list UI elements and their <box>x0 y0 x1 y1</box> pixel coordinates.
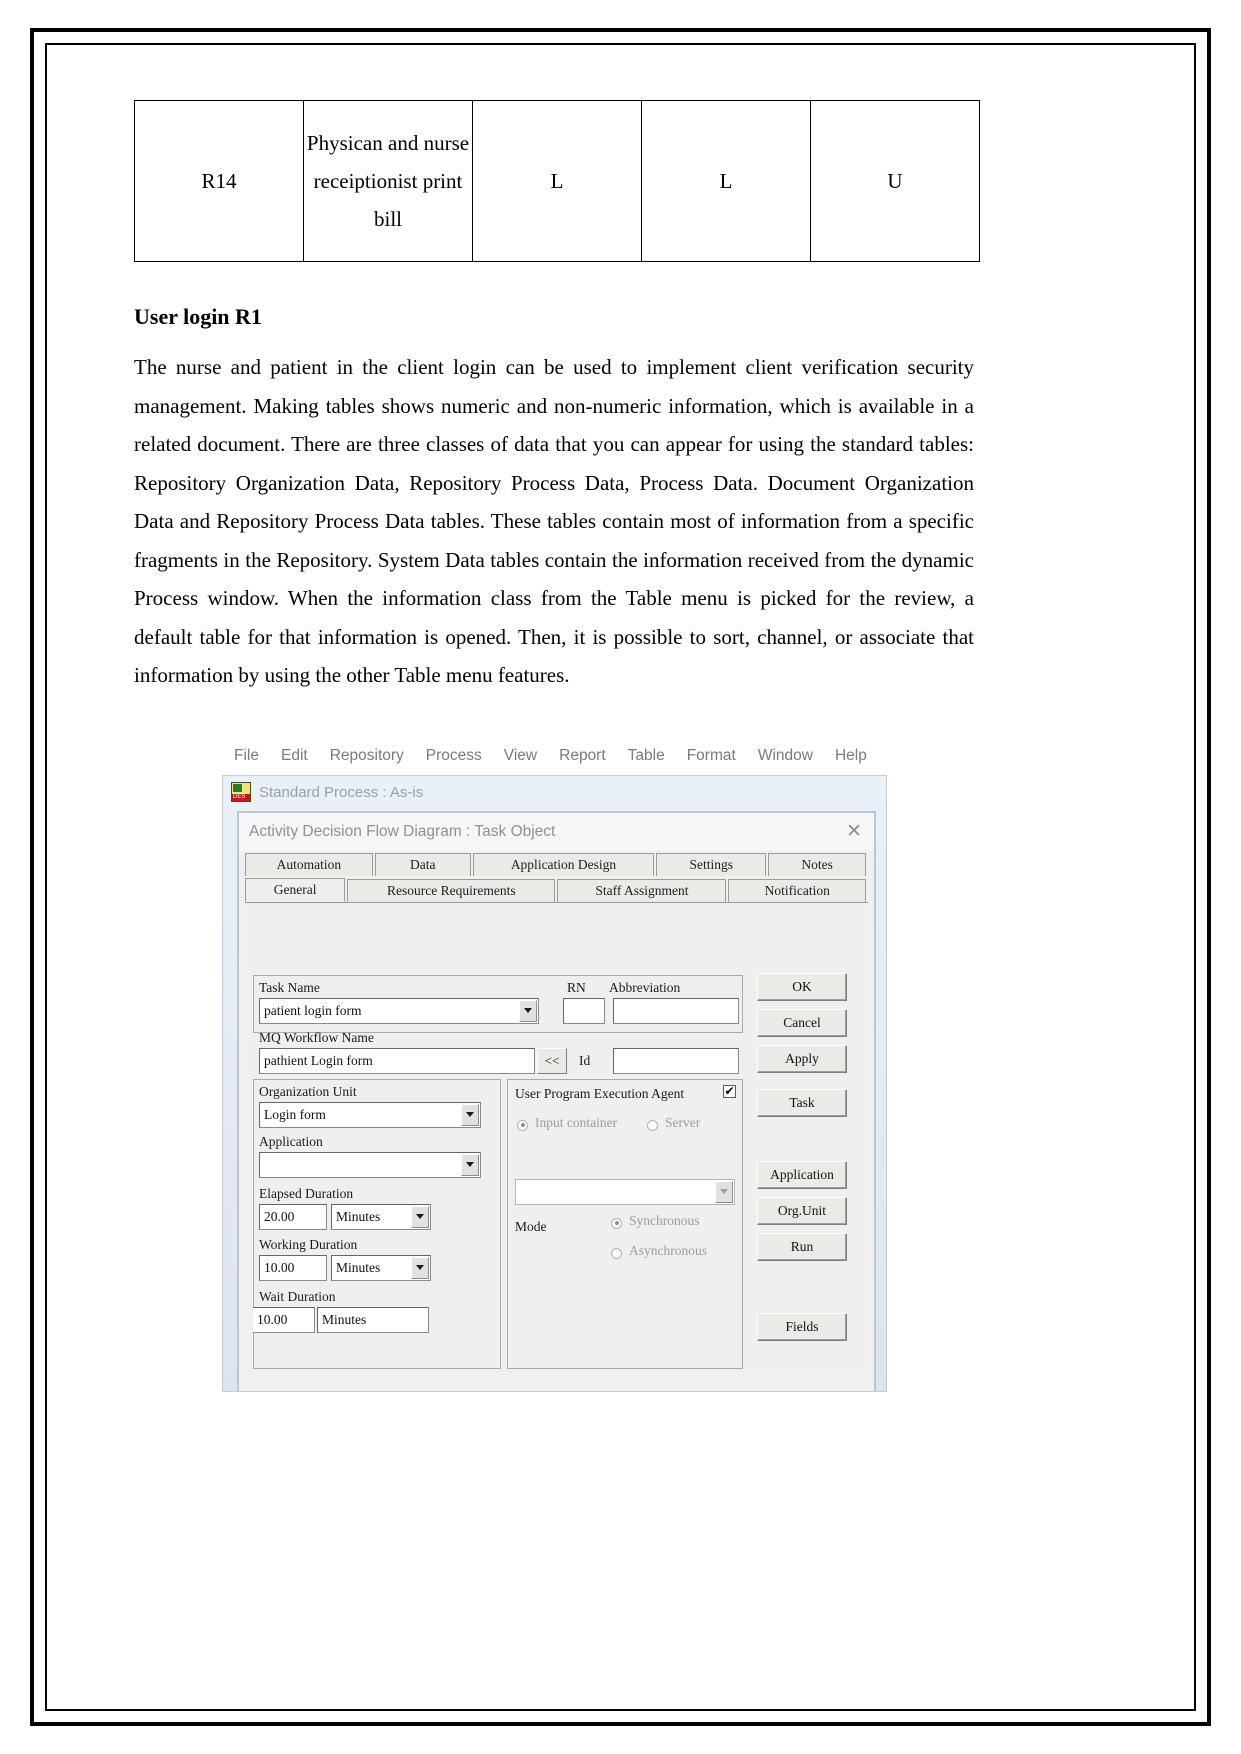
organization-unit-value: Login form <box>264 1106 326 1122</box>
table-cell-description: Physican and nurse receiptionist print b… <box>303 100 473 262</box>
process-document-icon: DES <box>231 782 251 802</box>
ok-button[interactable]: OK <box>757 972 847 1001</box>
dialog-titlebar: Activity Decision Flow Diagram : Task Ob… <box>239 812 874 851</box>
menu-repository[interactable]: Repository <box>330 747 404 765</box>
elapsed-duration-unit-combo[interactable]: Minutes <box>331 1203 431 1230</box>
chevron-down-icon[interactable] <box>461 1103 479 1126</box>
app-menubar: File Edit Repository Process View Report… <box>222 740 887 771</box>
requirements-table: R14 Physican and nurse receiptionist pri… <box>134 100 980 262</box>
task-name-label: Task Name <box>259 979 320 995</box>
input-container-label: Input container <box>535 1114 618 1130</box>
chevron-down-icon[interactable] <box>411 1205 429 1228</box>
server-label: Server <box>665 1114 701 1130</box>
menu-help[interactable]: Help <box>835 747 867 765</box>
wait-duration-input[interactable]: 10.00 <box>253 1306 315 1333</box>
dialog-title-label: Activity Decision Flow Diagram : Task Ob… <box>249 822 556 840</box>
application-button[interactable]: Application <box>757 1160 847 1189</box>
id-label: Id <box>579 1052 591 1068</box>
table-cell-c3: U <box>810 100 980 262</box>
id-input[interactable] <box>613 1047 739 1074</box>
application-screenshot: File Edit Repository Process View Report… <box>222 740 887 1392</box>
menu-edit[interactable]: Edit <box>281 747 308 765</box>
dialog-tabs-row-1: Automation Data Application Design Setti… <box>239 852 874 876</box>
run-button[interactable]: Run <box>757 1232 847 1261</box>
rn-label: RN <box>567 979 586 995</box>
apply-button[interactable]: Apply <box>757 1044 847 1073</box>
elapsed-duration-label: Elapsed Duration <box>259 1185 354 1201</box>
menu-process[interactable]: Process <box>426 747 482 765</box>
mdi-titlebar: DES Standard Process : As-is <box>223 776 886 809</box>
synchronous-label: Synchronous <box>629 1212 700 1228</box>
page-content: R14 Physican and nurse receiptionist pri… <box>134 100 980 1392</box>
input-container-radio[interactable] <box>517 1119 528 1131</box>
application-label: Application <box>259 1133 323 1149</box>
synchronous-radio[interactable] <box>611 1217 622 1229</box>
task-name-value: patient login form <box>264 1002 362 1018</box>
chevron-down-icon[interactable] <box>461 1153 479 1176</box>
organization-unit-label: Organization Unit <box>259 1083 357 1099</box>
tab-resource-requirements[interactable]: Resource Requirements <box>347 878 556 902</box>
working-duration-unit-value: Minutes <box>336 1259 381 1275</box>
fields-button[interactable]: Fields <box>757 1312 847 1341</box>
tab-notes[interactable]: Notes <box>768 852 867 876</box>
body-paragraph: The nurse and patient in the client logi… <box>134 355 974 687</box>
tab-settings[interactable]: Settings <box>656 852 767 876</box>
tab-notification[interactable]: Notification <box>728 878 866 902</box>
wait-duration-label: Wait Duration <box>259 1288 336 1304</box>
general-tab-panel: Task Name RN Abbreviation patient login … <box>245 901 868 1372</box>
table-cell-id: R14 <box>134 100 304 262</box>
application-combo[interactable] <box>259 1151 481 1178</box>
wait-duration-unit-input[interactable]: Minutes <box>317 1306 429 1333</box>
mdi-title-label: Standard Process : As-is <box>259 783 424 801</box>
organization-unit-combo[interactable]: Login form <box>259 1101 481 1128</box>
mq-previous-button[interactable]: << <box>537 1047 567 1074</box>
tab-automation[interactable]: Automation <box>245 852 373 876</box>
menu-format[interactable]: Format <box>687 747 736 765</box>
mq-workflow-input[interactable]: pathient Login form <box>259 1047 535 1074</box>
menu-file[interactable]: File <box>234 747 259 765</box>
tab-data[interactable]: Data <box>374 852 471 876</box>
agent-program-combo[interactable] <box>515 1178 735 1205</box>
tab-staff-assignment[interactable]: Staff Assignment <box>557 878 727 902</box>
table-row: R14 Physican and nurse receiptionist pri… <box>134 100 980 262</box>
working-duration-label: Working Duration <box>259 1236 358 1252</box>
chevron-down-icon[interactable] <box>715 1180 733 1203</box>
asynchronous-radio[interactable] <box>611 1247 622 1259</box>
chevron-down-icon[interactable] <box>411 1256 429 1279</box>
tab-application-design[interactable]: Application Design <box>472 852 655 876</box>
abbreviation-label: Abbreviation <box>609 979 681 995</box>
close-icon[interactable]: ✕ <box>846 822 862 841</box>
elapsed-duration-unit-value: Minutes <box>336 1208 381 1224</box>
org-unit-button[interactable]: Org.Unit <box>757 1196 847 1225</box>
agent-enabled-checkbox[interactable]: ✔ <box>723 1084 736 1098</box>
tab-general[interactable]: General <box>245 877 346 902</box>
task-object-dialog: Activity Decision Flow Diagram : Task Ob… <box>237 810 876 1391</box>
task-button[interactable]: Task <box>757 1088 847 1117</box>
rn-input[interactable] <box>563 997 605 1024</box>
asynchronous-label: Asynchronous <box>629 1242 707 1258</box>
mq-workflow-label: MQ Workflow Name <box>259 1029 374 1045</box>
table-cell-c1: L <box>472 100 642 262</box>
section-heading: User login R1 <box>134 304 262 329</box>
chevron-down-icon[interactable] <box>519 999 537 1022</box>
abbreviation-input[interactable] <box>613 997 739 1024</box>
menu-view[interactable]: View <box>504 747 537 765</box>
mdi-child-window: DES Standard Process : As-is Activity De… <box>222 774 887 1392</box>
dialog-tabs-row-2: General Resource Requirements Staff Assi… <box>239 877 874 902</box>
table-cell-c2: L <box>641 100 811 262</box>
agent-panel-title: User Program Execution Agent <box>515 1085 685 1101</box>
task-name-combo[interactable]: patient login form <box>259 997 539 1024</box>
menu-report[interactable]: Report <box>559 747 606 765</box>
menu-table[interactable]: Table <box>628 747 665 765</box>
working-duration-unit-combo[interactable]: Minutes <box>331 1254 431 1281</box>
working-duration-input[interactable]: 10.00 <box>259 1254 327 1281</box>
server-radio[interactable] <box>647 1119 658 1131</box>
mode-label: Mode <box>515 1218 547 1234</box>
cancel-button[interactable]: Cancel <box>757 1008 847 1037</box>
elapsed-duration-input[interactable]: 20.00 <box>259 1203 327 1230</box>
menu-window[interactable]: Window <box>758 747 813 765</box>
